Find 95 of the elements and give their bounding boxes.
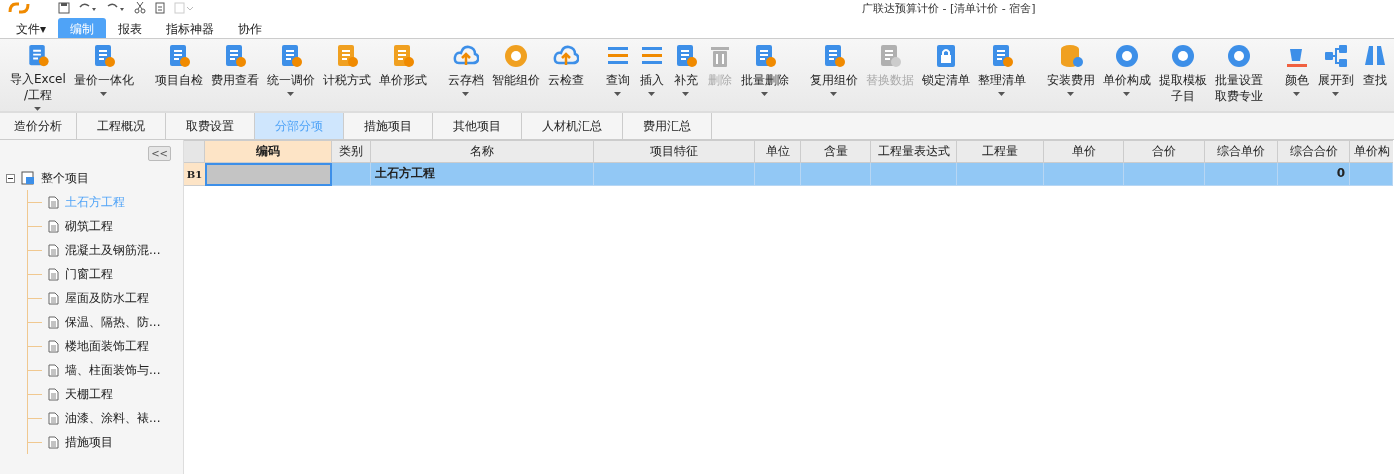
paste-icon[interactable] [174, 2, 194, 14]
collapse-icon[interactable] [6, 173, 15, 183]
column-header[interactable]: 合价 [1124, 140, 1205, 163]
table-cell[interactable] [1044, 163, 1124, 186]
table-cell[interactable] [1205, 163, 1278, 186]
table-cell[interactable] [594, 163, 755, 186]
tree-item[interactable]: 屋面及防水工程 [65, 289, 149, 307]
folder-icon [21, 171, 35, 185]
document-icon [48, 387, 59, 401]
table-cell[interactable] [957, 163, 1044, 186]
column-header[interactable]: 综合单价 [1205, 140, 1278, 163]
tree-item[interactable]: 油漆、涂料、裱... [65, 409, 161, 427]
tab[interactable]: 造价分析 [0, 113, 77, 139]
tree-item[interactable]: 墙、柱面装饰与... [65, 361, 161, 379]
table-cell[interactable] [1350, 163, 1393, 186]
document-icon [48, 363, 59, 377]
toolbar-button[interactable]: 颜色 [1279, 39, 1314, 111]
column-header[interactable]: 编码 [205, 140, 332, 163]
logo-icon [8, 2, 30, 14]
column-header[interactable]: 工程量 [957, 140, 1044, 163]
column-header[interactable]: 名称 [371, 140, 594, 163]
menu-tab[interactable]: 指标神器 [154, 18, 227, 38]
collapse-button[interactable]: << [148, 145, 171, 161]
toolbar-button[interactable]: 查找 [1357, 39, 1392, 111]
document-icon [48, 267, 59, 281]
menu-tab[interactable]: 协作 [226, 18, 275, 38]
menu-tab[interactable]: 文件▾ [4, 18, 59, 38]
toolbar-button[interactable]: 智能组价 [487, 39, 544, 111]
table-cell[interactable]: 土石方工程 [371, 163, 594, 186]
tree-item[interactable]: 整个项目 [41, 169, 89, 187]
column-header[interactable]: 综合合价 [1278, 140, 1350, 163]
nodes-icon [1322, 43, 1349, 69]
tab[interactable]: 工程概况 [77, 113, 166, 139]
window-title: 广联达预算计价 - [清单计价 - 宿舍] [862, 1, 1036, 16]
column-header[interactable]: 单价 [1044, 140, 1124, 163]
document-icon [48, 219, 59, 233]
row-header: B1 [184, 163, 205, 186]
column-header[interactable]: 单位 [755, 140, 801, 163]
tree-item[interactable]: 混凝土及钢筋混... [65, 241, 161, 259]
tab[interactable]: 措施项目 [344, 113, 433, 139]
document-icon [48, 339, 59, 353]
toolbar-button[interactable]: 提取模板 子目 [1154, 39, 1211, 111]
tab[interactable]: 其他项目 [433, 113, 522, 139]
scissors-icon[interactable] [134, 2, 146, 14]
toolbar-button[interactable]: 统一调价 [262, 39, 319, 111]
toolbar-button[interactable]: 云存档 [443, 39, 488, 111]
save-icon[interactable] [58, 2, 70, 14]
circle-icon [1225, 43, 1252, 69]
table-cell[interactable] [871, 163, 957, 186]
document-icon [48, 435, 59, 449]
toolbar-button[interactable]: 补充 [668, 39, 703, 111]
toolbar-button[interactable]: 单价构成 [1098, 39, 1155, 111]
toolbar-button[interactable]: 计税方式 [318, 39, 375, 111]
document-icon [48, 195, 59, 209]
toolbar-button[interactable]: 插入 [634, 39, 669, 111]
toolbar-button[interactable]: 云检查 [543, 39, 588, 111]
toolbar-button[interactable]: 单价形式 [374, 39, 431, 111]
document-icon [48, 243, 59, 257]
toolbar-button[interactable]: 锁定清单 [917, 39, 974, 111]
tab[interactable]: 人材机汇总 [522, 113, 623, 139]
column-header[interactable]: 类别 [332, 140, 371, 163]
toolbar-button[interactable]: 批量设置 取费专业 [1210, 39, 1267, 111]
column-header[interactable]: 单价构 [1350, 140, 1393, 163]
tree-item[interactable]: 砌筑工程 [65, 217, 113, 235]
circle-icon [1169, 43, 1196, 69]
table-cell[interactable]: 0 [1278, 163, 1350, 186]
tree-item[interactable]: 保温、隔热、防... [65, 313, 161, 331]
table-cell[interactable] [205, 163, 332, 186]
tree-item[interactable]: 门窗工程 [65, 265, 113, 283]
table-cell[interactable] [801, 163, 871, 186]
table-cell[interactable] [332, 163, 371, 186]
tree-item[interactable]: 天棚工程 [65, 385, 113, 403]
column-header[interactable]: 项目特征 [594, 140, 755, 163]
clipboard-icon[interactable] [154, 2, 166, 14]
table-cell[interactable] [1124, 163, 1205, 186]
toolbar-button[interactable]: 整理清单 [973, 39, 1030, 111]
toolbar-button[interactable]: 查询 [600, 39, 635, 111]
tree-item[interactable]: 措施项目 [65, 433, 113, 451]
toolbar-button[interactable]: 安装费用 [1042, 39, 1099, 111]
toolbar-button[interactable]: 展开到 [1313, 39, 1358, 111]
document-icon [48, 315, 59, 329]
table-cell[interactable] [755, 163, 801, 186]
document-icon [48, 411, 59, 425]
toolbar-button[interactable]: 费用查看 [206, 39, 263, 111]
toolbar-button[interactable]: 量价一体化 [69, 39, 138, 111]
toolbar-button[interactable]: 批量删除 [736, 39, 793, 111]
menu-tab[interactable]: 报表 [106, 18, 155, 38]
column-header[interactable]: 工程量表达式 [871, 140, 957, 163]
toolbar-button[interactable]: 导入Excel /工程 [6, 39, 70, 111]
column-header[interactable]: 含量 [801, 140, 871, 163]
toolbar-button[interactable]: 复用组价 [805, 39, 862, 111]
tab[interactable]: 费用汇总 [623, 113, 712, 139]
tree-item[interactable]: 楼地面装饰工程 [65, 337, 149, 355]
toolbar-button[interactable]: 项目自检 [150, 39, 207, 111]
document-icon [48, 291, 59, 305]
